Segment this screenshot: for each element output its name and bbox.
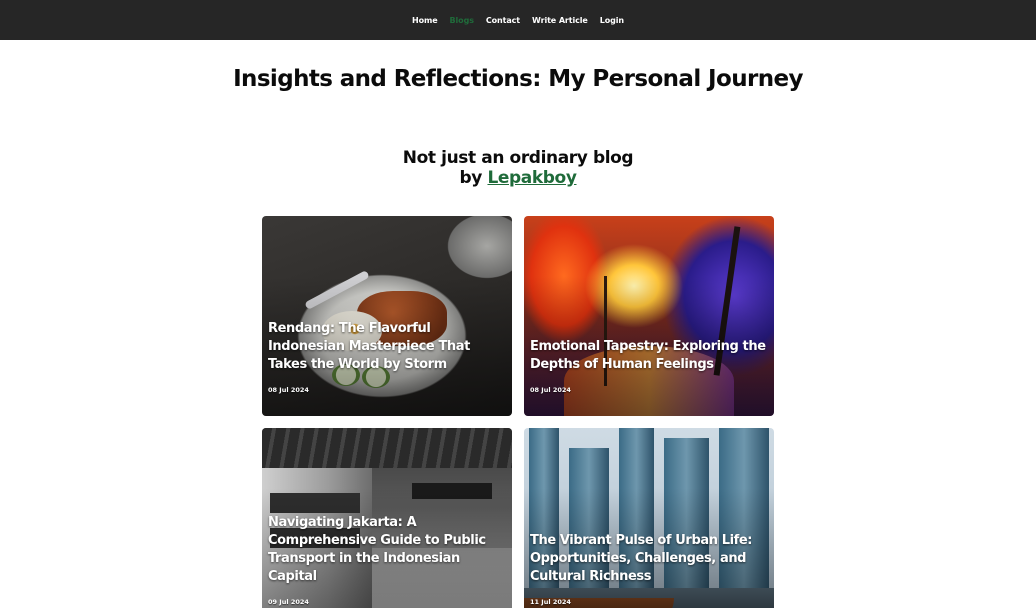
nav-contact-link[interactable]: Contact — [486, 16, 520, 25]
article-date: 08 Jul 2024 — [268, 386, 309, 394]
article-title[interactable]: Rendang: The Flavorful Indonesian Master… — [268, 320, 504, 374]
article-title[interactable]: Emotional Tapestry: Exploring the Depths… — [530, 338, 766, 374]
nav-write-article-link[interactable]: Write Article — [532, 16, 588, 25]
article-title[interactable]: Navigating Jakarta: A Comprehensive Guid… — [268, 514, 504, 586]
page-title: Insights and Reflections: My Personal Jo… — [233, 66, 803, 92]
article-card-rendang[interactable]: Rendang: The Flavorful Indonesian Master… — [262, 216, 512, 416]
article-card-jakarta-transport[interactable]: Navigating Jakarta: A Comprehensive Guid… — [262, 428, 512, 608]
blog-tagline: Not just an ordinary blog by Lepakboy — [0, 148, 1036, 188]
article-date: 09 Jul 2024 — [268, 598, 309, 606]
article-date: 08 Jul 2024 — [530, 386, 571, 394]
article-card-urban-life[interactable]: The Vibrant Pulse of Urban Life: Opportu… — [524, 428, 774, 608]
author-link[interactable]: Lepakboy — [487, 168, 576, 188]
article-card-emotional-tapestry[interactable]: Emotional Tapestry: Exploring the Depths… — [524, 216, 774, 416]
article-date: 11 Jul 2024 — [530, 598, 571, 606]
author-line: by Lepakboy — [0, 168, 1036, 188]
nav-blogs-link[interactable]: Blogs — [450, 16, 474, 25]
top-navigation: Home Blogs Contact Write Article Login — [0, 0, 1036, 40]
by-label: by — [459, 168, 482, 188]
nav-home-link[interactable]: Home — [412, 16, 438, 25]
tagline-line: Not just an ordinary blog — [402, 148, 634, 168]
article-title[interactable]: The Vibrant Pulse of Urban Life: Opportu… — [530, 532, 766, 586]
nav-login-link[interactable]: Login — [600, 16, 624, 25]
